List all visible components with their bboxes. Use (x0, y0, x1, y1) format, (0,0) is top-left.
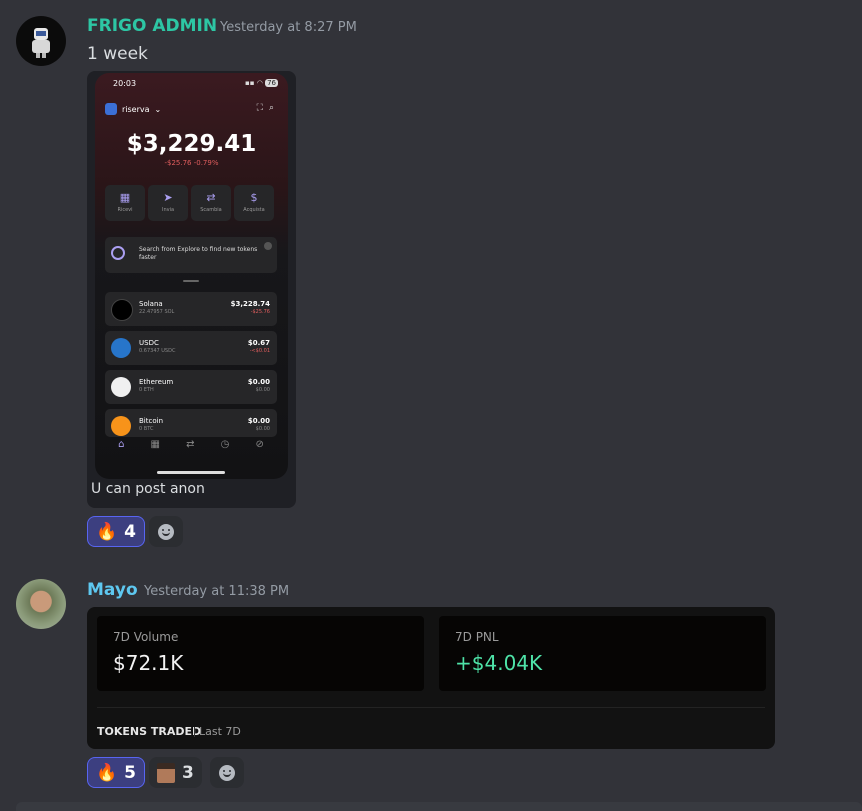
token-name: Ethereum (139, 378, 174, 386)
add-reaction-button[interactable] (149, 516, 183, 547)
reaction-fire[interactable]: 🔥 4 (87, 516, 146, 547)
reaction-count: 3 (182, 762, 194, 783)
token-row: USDC 0.67347 USDC $0.67 -<$0.01 (105, 331, 277, 365)
fire-icon: 🔥 (96, 762, 118, 783)
wallet-actions: ▦ Ricevi ➤ Invia ⇄ Scambia $ Acquista (105, 185, 274, 221)
smiley-icon (158, 523, 174, 540)
expand-icon: ⛶ (256, 103, 269, 113)
token-change: $0.00 (255, 387, 270, 393)
timestamp: Yesterday at 8:27 PM (220, 20, 357, 35)
send-icon: ➤ (163, 191, 173, 204)
token-value: $0.00 (247, 378, 270, 386)
reaction-count: 5 (124, 762, 137, 783)
explore-banner: Search from Explore to find new tokens f… (105, 237, 277, 273)
token-name: Bitcoin (139, 417, 164, 425)
message-text: 1 week (87, 44, 148, 64)
add-reaction-button[interactable] (210, 757, 244, 788)
token-row: Bitcoin 0 BTC $0.00 $0.00 (105, 409, 277, 437)
face-emoji-icon (157, 762, 175, 783)
close-icon (264, 242, 272, 250)
token-name: Solana (139, 300, 163, 308)
divider (194, 727, 195, 737)
token-amount: 0 ETH (139, 387, 154, 393)
usdc-icon (111, 338, 131, 358)
token-amount: 0.67347 USDC (139, 348, 176, 354)
ethereum-icon (111, 377, 131, 397)
account-name: riserva (122, 104, 150, 114)
bitcoin-icon (111, 416, 131, 436)
receive-action: ▦ Ricevi (105, 185, 145, 221)
account-selector: riserva ⌄ (105, 103, 161, 115)
token-change: -$25.76 (250, 309, 270, 315)
explore-text: Search from Explore to find new tokens f… (139, 246, 258, 261)
wallet-balance: $3,229.41 (126, 131, 257, 157)
clock-icon: ◷ (220, 439, 230, 450)
author-name[interactable]: Mayo (87, 580, 138, 600)
action-label: Ricevi (117, 207, 133, 213)
swap-icon: ⇄ (186, 439, 195, 450)
avatar[interactable] (16, 16, 66, 66)
author-name[interactable]: FRIGO ADMIN (87, 16, 217, 36)
smiley-icon (219, 764, 235, 781)
image-attachment[interactable]: 20:03 ▪▪ ◠ 76 riserva ⌄ ⛶⌕ $3,229.41 -$25… (87, 71, 296, 508)
stats-embed: 7D Volume $72.1K 7D PNL +$4.04K TOKENS T… (87, 607, 775, 749)
token-value: $3,228.74 (230, 300, 270, 308)
dollar-icon: $ (250, 191, 258, 204)
stat-card-volume: 7D Volume $72.1K (97, 616, 424, 691)
token-row: Ethereum 0 ETH $0.00 $0.00 (105, 370, 277, 404)
stat-label: 7D PNL (455, 630, 499, 644)
action-label: Scambia (200, 207, 222, 213)
battery-level: 76 (265, 79, 278, 87)
stat-card-pnl: 7D PNL +$4.04K (439, 616, 766, 691)
wallet-change: -$25.76 -0.79% (164, 159, 219, 167)
reaction-avatar[interactable]: 3 (149, 757, 202, 788)
reaction-fire[interactable]: 🔥 5 (87, 757, 146, 788)
token-value: $0.67 (247, 339, 270, 347)
phone-status-icons: ▪▪ ◠ 76 (245, 79, 278, 87)
fire-icon: 🔥 (96, 521, 118, 542)
phone-screenshot: 20:03 ▪▪ ◠ 76 riserva ⌄ ⛶⌕ $3,229.41 -$25… (95, 73, 288, 479)
reaction-count: 4 (124, 521, 137, 542)
stat-value: +$4.04K (455, 651, 543, 675)
token-value: $0.00 (247, 417, 270, 425)
chevron-down-icon: ⌄ (154, 104, 162, 114)
phone-time: 20:03 (113, 79, 137, 88)
token-amount: 22.47957 SOL (139, 309, 175, 315)
avatar[interactable] (16, 579, 66, 629)
timestamp: Yesterday at 11:38 PM (144, 584, 290, 599)
phone-top-icons: ⛶⌕ (257, 103, 280, 113)
search-icon (111, 246, 125, 260)
action-label: Invia (161, 207, 175, 213)
swap-action: ⇄ Scambia (191, 185, 231, 221)
divider (97, 707, 765, 708)
token-row: Solana 22.47957 SOL $3,228.74 -$25.76 (105, 292, 277, 326)
send-action: ➤ Invia (148, 185, 188, 221)
message-input-bar[interactable] (16, 802, 862, 811)
token-amount: 0 BTC (139, 426, 154, 432)
qr-icon: ▦ (119, 191, 131, 204)
phone-bottom-nav: ⌂ ▦ ⇄ ◷ ⊘ (105, 439, 277, 450)
search-icon: ⌕ (268, 103, 280, 113)
home-indicator (157, 471, 225, 474)
page-indicator (183, 280, 199, 282)
action-label: Acquista (243, 207, 265, 213)
image-caption: U can post anon (91, 481, 205, 497)
account-icon (105, 103, 117, 115)
token-name: USDC (139, 339, 159, 347)
token-change: -<$0.01 (249, 348, 270, 354)
token-change: $0.00 (255, 426, 270, 432)
stat-value: $72.1K (113, 651, 184, 675)
home-icon: ⌂ (118, 439, 125, 450)
section-title: TOKENS TRADED (97, 725, 202, 738)
section-subtitle: Last 7D (199, 725, 241, 738)
solana-icon (111, 299, 133, 321)
stat-label: 7D Volume (113, 630, 179, 644)
buy-action: $ Acquista (234, 185, 274, 221)
compass-icon: ⊘ (255, 439, 264, 450)
swap-icon: ⇄ (206, 191, 216, 204)
grid-icon: ▦ (150, 439, 160, 450)
